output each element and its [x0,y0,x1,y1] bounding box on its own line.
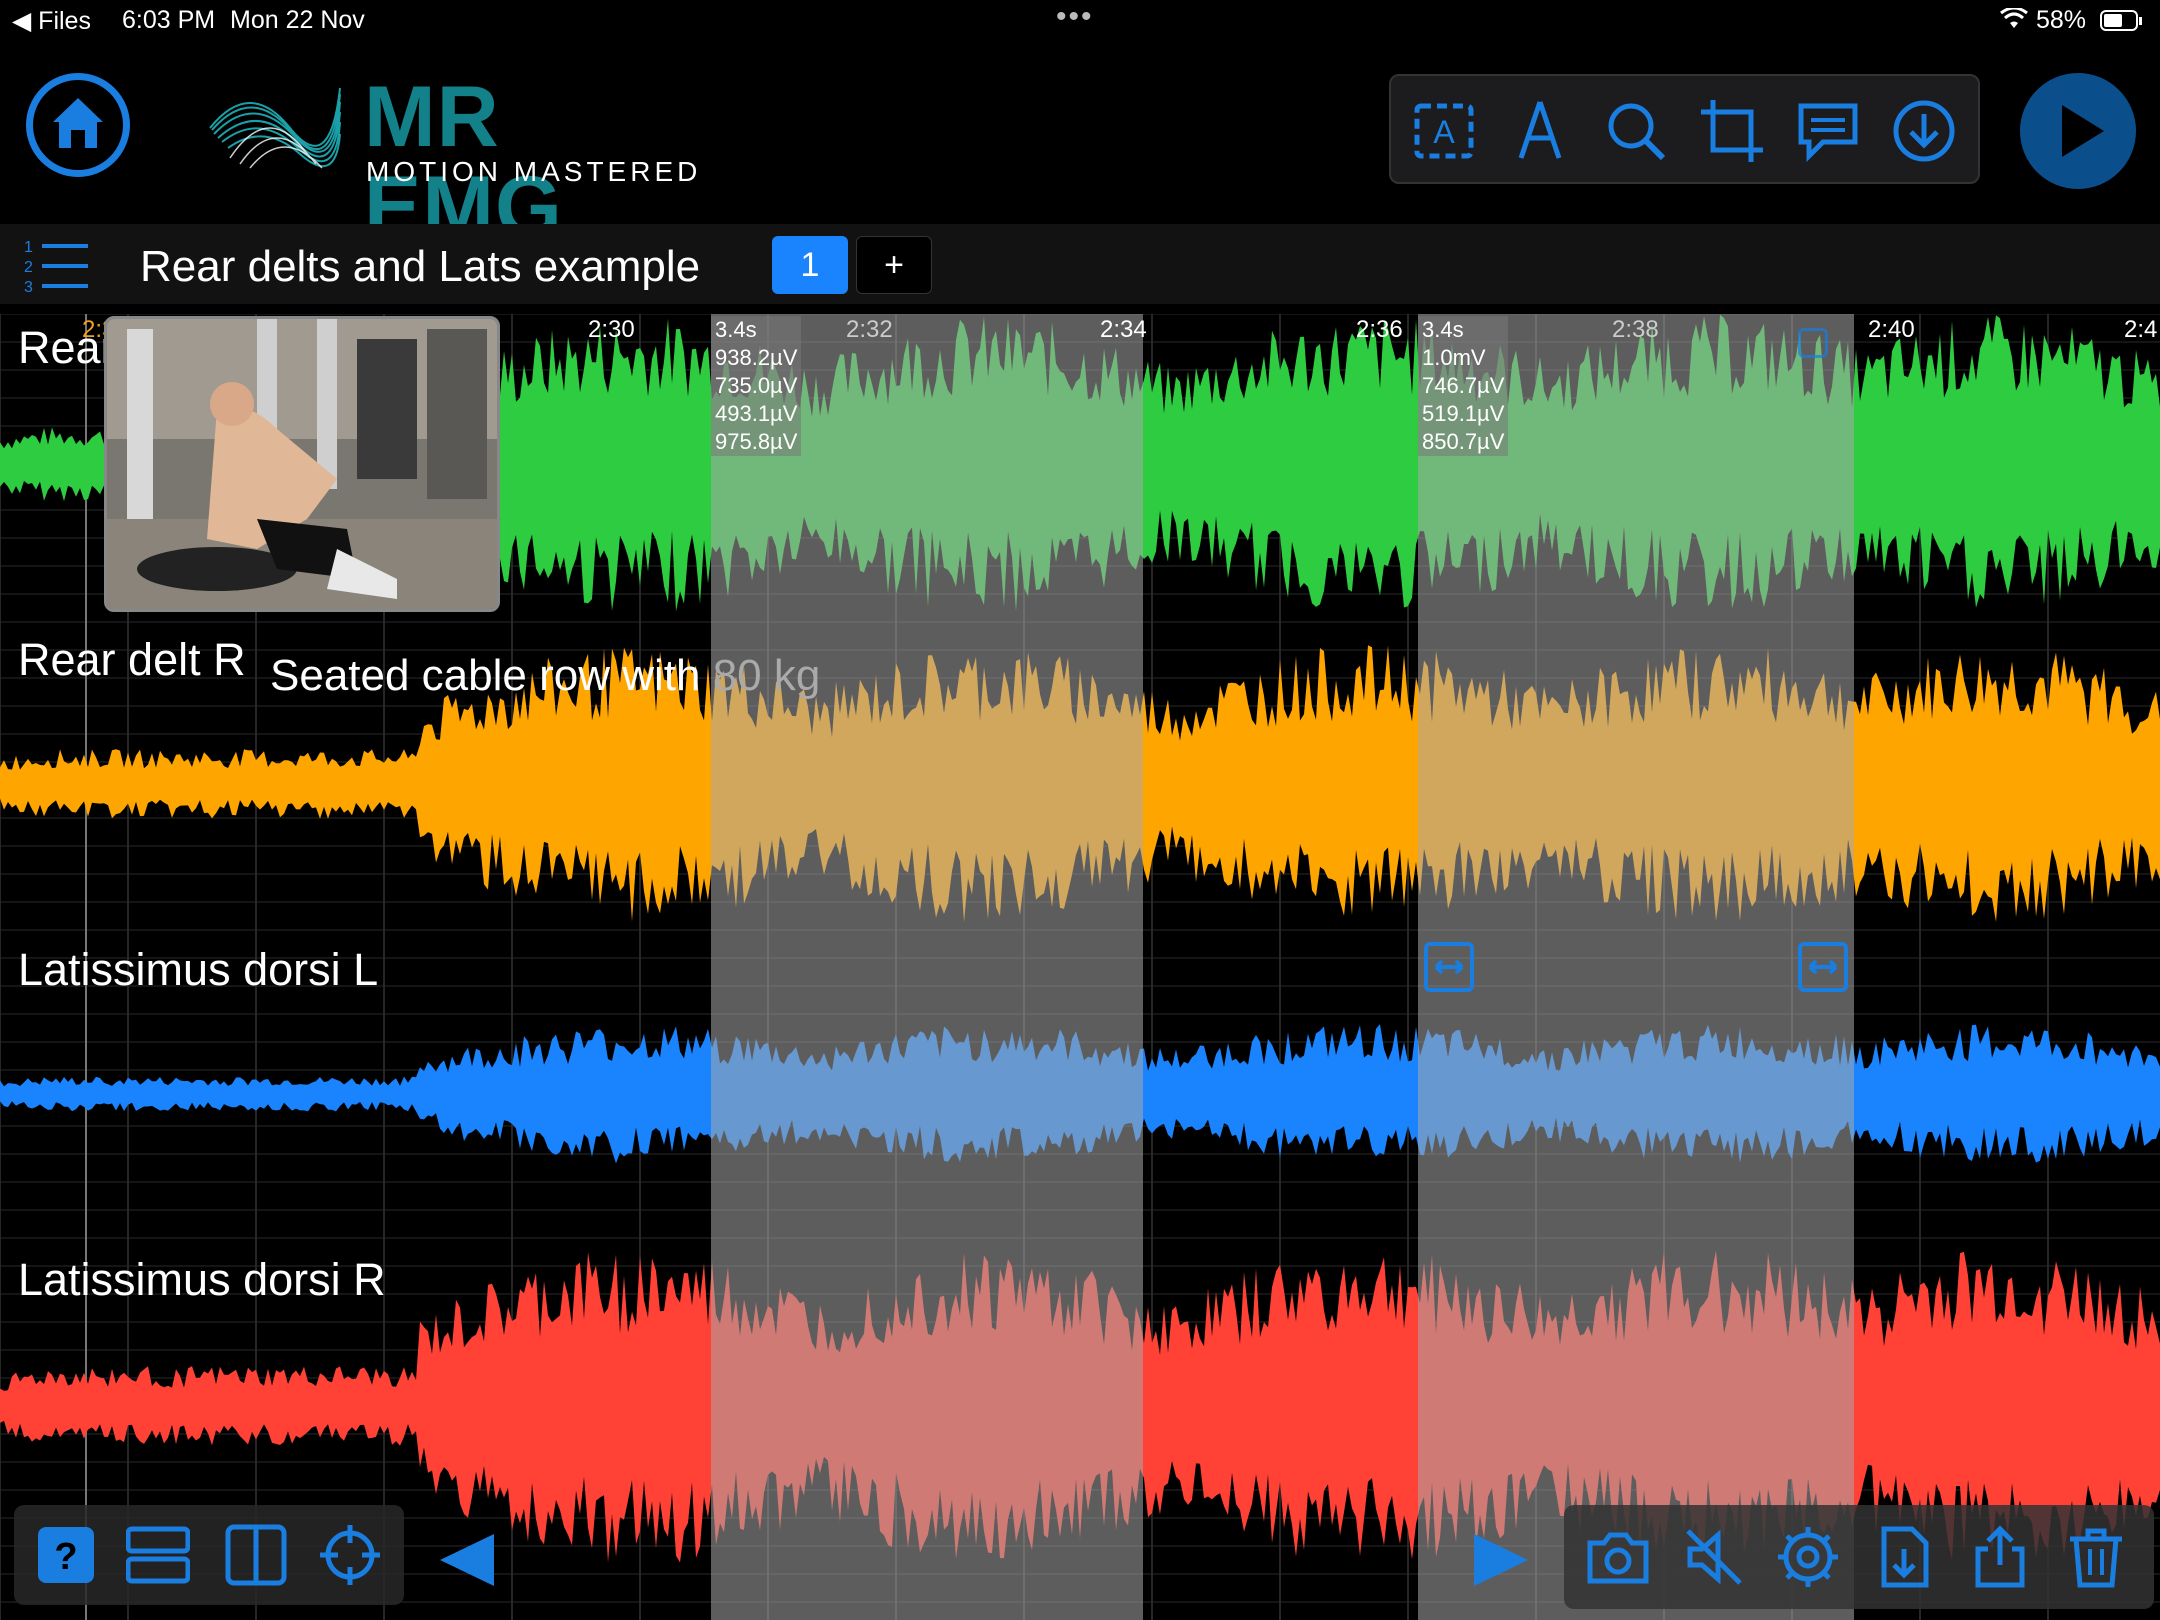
time-tick: 2:4 [2124,316,2158,343]
selection-value: 938.2µV [715,345,798,370]
mute-icon[interactable] [1682,1525,1746,1589]
add-tab-button[interactable]: + [856,236,932,294]
home-icon [53,98,103,148]
selection-handle-icon[interactable] [1798,328,1828,358]
play-button[interactable] [2020,73,2136,189]
resize-handle-icon[interactable] [1798,942,1848,992]
video-thumbnail[interactable] [104,316,500,612]
time-tick: 2:40 [1868,316,1915,343]
stacked-view-icon[interactable] [126,1523,190,1587]
pen-icon[interactable] [1507,98,1573,164]
status-time: 6:03 PM [122,6,216,34]
share-icon[interactable] [1968,1525,2032,1589]
play-reverse-icon[interactable] [434,1530,500,1590]
tab-1[interactable]: 1 [772,236,848,294]
file-import-icon[interactable] [1872,1525,1936,1589]
time-tick: 2:36 [1356,316,1403,343]
comment-icon[interactable] [1795,98,1861,164]
crosshair-icon[interactable] [318,1523,382,1587]
status-date: Mon 22 Nov [230,6,365,34]
bottom-right-toolbar [1564,1505,2154,1609]
selection-value: 519.1µV [1422,401,1505,426]
channel-label: Rear delt R [18,634,246,685]
svg-text:1: 1 [24,239,33,256]
app-logo: MR EMG MOTION MASTERED [200,68,720,252]
svg-text:2: 2 [24,259,33,276]
selection-value: 850.7µV [1422,429,1505,454]
selection-duration: 3.4s [1422,317,1464,342]
download-circle-icon[interactable] [1891,98,1957,164]
channel-label: Latissimus dorsi R [18,1254,386,1305]
home-button[interactable] [26,73,130,177]
back-to-files-link[interactable]: ◀ Files [12,6,91,36]
selection-measurement-2: 3.4s 1.0mV 746.7µV 519.1µV 850.7µV [1418,316,1509,456]
camera-icon[interactable] [1586,1525,1650,1589]
selection-region-1 [1418,314,1854,1620]
text-box-icon[interactable]: A [1411,98,1477,164]
logo-wave-icon [209,87,341,169]
crop-icon[interactable] [1699,98,1765,164]
battery-percent: 58% [2036,6,2087,34]
status-bar: ◀ Files 6:03 PM Mon 22 Nov ••• 58% [0,0,2160,40]
selection-measurement-1: 3.4s 938.2µV 735.0µV 493.1µV 975.8µV [711,316,802,456]
time-tick: 2:30 [588,316,635,343]
numbered-list-icon[interactable]: 1 2 3 [22,236,92,292]
play-icon [2062,105,2104,157]
channel-label: Latissimus dorsi L [18,944,379,995]
annotation-text-faded: 80 kg [712,651,821,700]
wifi-icon [2000,6,2028,37]
svg-text:3: 3 [24,279,33,292]
bottom-left-toolbar: ? [14,1505,404,1605]
selection-region-0 [711,314,1143,1620]
svg-text:?: ? [54,1536,77,1578]
selection-value: 1.0mV [1422,345,1486,370]
multitask-dots-icon[interactable]: ••• [1056,0,1094,34]
svg-text:A: A [1433,114,1455,150]
session-title[interactable]: Rear delts and Lats example [140,242,700,292]
selection-value: 746.7µV [1422,373,1505,398]
time-tick: 2:32 [846,316,893,343]
selection-value: 493.1µV [715,401,798,426]
resize-handle-icon[interactable] [1424,942,1474,992]
annotation-text[interactable]: Seated cable row with 80 kg [270,651,820,701]
annotation-toolbar: A [1389,74,1980,184]
magnifier-icon[interactable] [1603,98,1669,164]
selection-duration: 3.4s [715,317,757,342]
settings-icon[interactable] [1776,1525,1840,1589]
gym-scene-image [107,319,497,609]
brand-tagline: MOTION MASTERED [366,156,702,187]
battery-icon [2100,10,2144,39]
time-tick: 2:38 [1612,316,1659,343]
time-tick: 2:34 [1100,316,1147,343]
split-view-icon[interactable] [224,1523,288,1587]
play-forward-icon[interactable] [1468,1530,1534,1590]
selection-value: 735.0µV [715,373,798,398]
help-icon[interactable]: ? [34,1523,98,1587]
annotation-text-main: Seated cable row with [270,651,713,700]
emg-plot[interactable]: 2:3 2:30 2:32 2:34 2:36 2:38 2:40 2:4 3.… [0,314,2160,1620]
trash-icon[interactable] [2064,1525,2128,1589]
selection-value: 975.8µV [715,429,798,454]
